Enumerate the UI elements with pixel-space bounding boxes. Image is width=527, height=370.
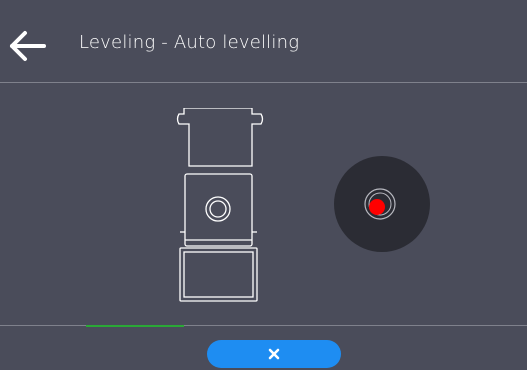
- header-bar: Leveling - Auto levelling: [0, 0, 527, 82]
- page-title: Leveling - Auto levelling: [79, 32, 300, 53]
- progress-fill: [86, 325, 184, 327]
- cancel-button[interactable]: [207, 340, 341, 368]
- level-bubble: [369, 199, 385, 215]
- arrow-left-icon: [10, 31, 46, 61]
- header-divider: [0, 82, 527, 83]
- balance-illustration: [176, 108, 264, 302]
- progress-bar: [86, 325, 282, 327]
- back-button[interactable]: [8, 26, 60, 66]
- level-indicator: [334, 156, 430, 252]
- close-icon: [268, 348, 280, 360]
